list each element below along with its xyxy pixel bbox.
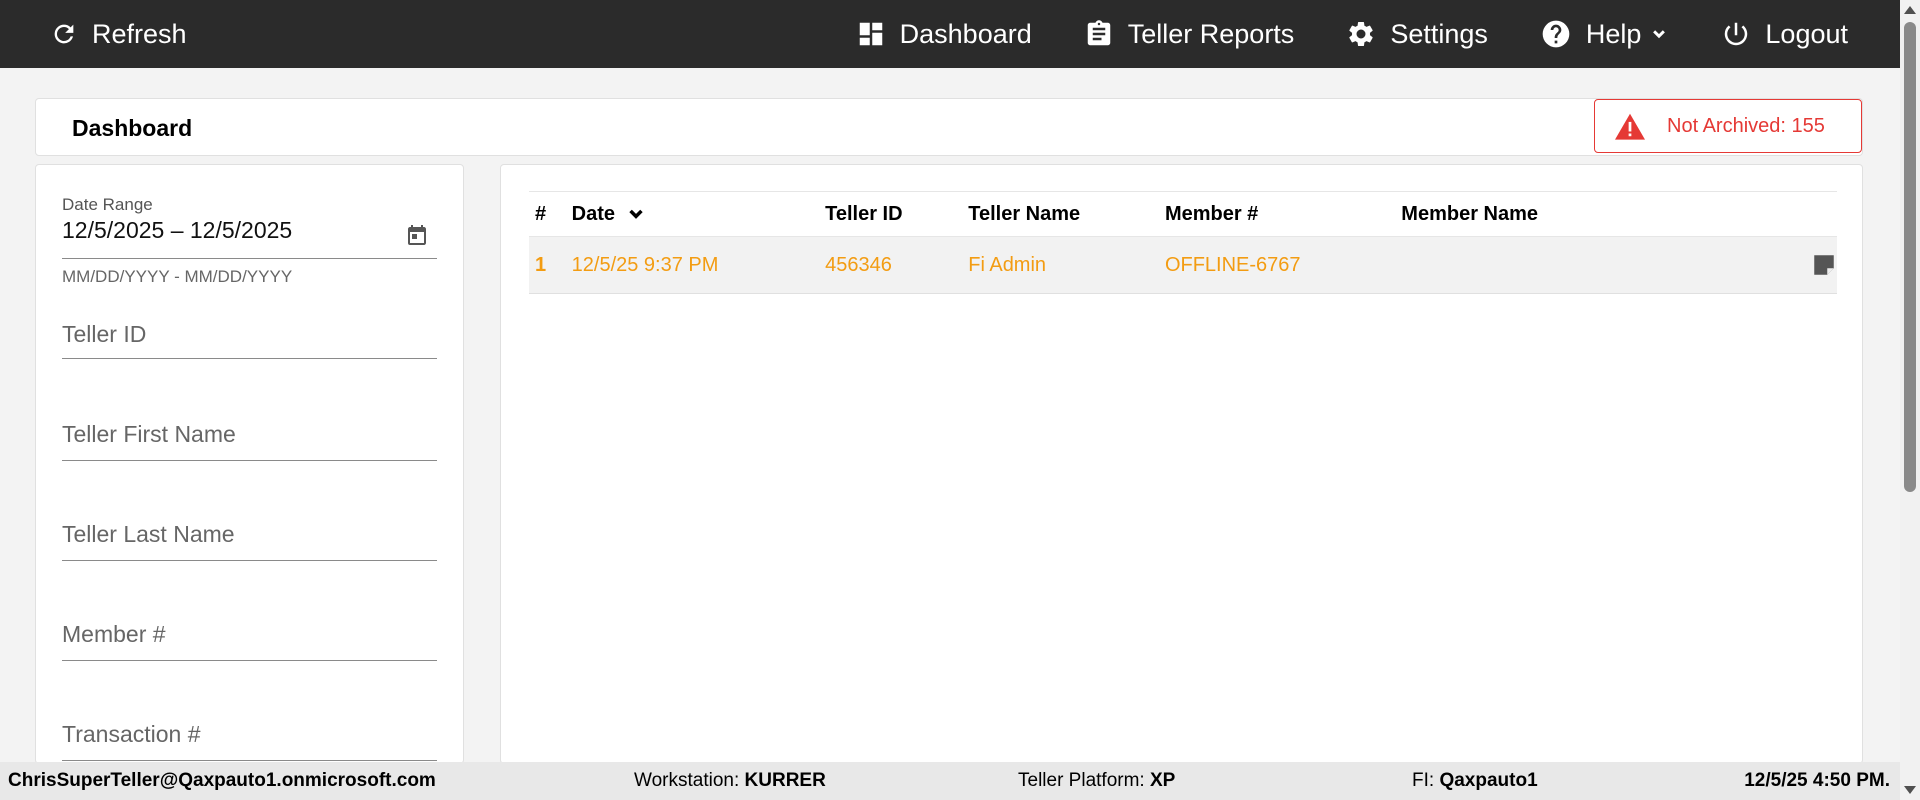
nav-dashboard-label: Dashboard	[899, 18, 1032, 49]
transaction-number-input[interactable]: Transaction #	[62, 721, 437, 761]
nav-logout-label: Logout	[1765, 18, 1848, 49]
column-header-teller-name[interactable]: Teller Name	[962, 191, 1159, 237]
refresh-label: Refresh	[92, 18, 187, 49]
table-header-row: # Date Teller ID Teller Name Member # Me…	[529, 191, 1837, 237]
teller-last-name-input[interactable]: Teller Last Name	[62, 521, 437, 561]
date-range-hint: MM/DD/YYYY - MM/DD/YYYY	[62, 267, 293, 286]
calendar-icon[interactable]	[405, 223, 429, 247]
nav-help[interactable]: Help	[1540, 0, 1670, 68]
nav-settings-label: Settings	[1390, 18, 1488, 49]
row-actions	[1685, 236, 1837, 294]
warning-icon	[1615, 113, 1645, 140]
results-panel: # Date Teller ID Teller Name Member # Me…	[500, 164, 1863, 764]
nav-logout[interactable]: Logout	[1721, 0, 1848, 68]
footer-user: ChrisSuperTeller@Qaxpauto1.onmicrosoft.c…	[8, 770, 436, 791]
footer-fi: FI: Qaxpauto1	[1412, 770, 1538, 791]
not-archived-label: Not Archived: 155	[1667, 114, 1825, 137]
column-header-member-number[interactable]: Member #	[1158, 191, 1396, 237]
results-table: # Date Teller ID Teller Name Member # Me…	[529, 191, 1837, 294]
status-bar: ChrisSuperTeller@Qaxpauto1.onmicrosoft.c…	[0, 762, 1900, 800]
nav-settings[interactable]: Settings	[1346, 0, 1488, 68]
nav-help-label: Help	[1585, 18, 1642, 49]
refresh-button[interactable]: Refresh	[50, 0, 187, 68]
row-teller-id: 456346	[819, 236, 963, 294]
teller-first-name-placeholder: Teller First Name	[62, 421, 236, 447]
scroll-down-arrow[interactable]	[1904, 786, 1916, 794]
nav-dashboard[interactable]: Dashboard	[856, 0, 1032, 68]
teller-first-name-input[interactable]: Teller First Name	[62, 421, 437, 461]
scroll-up-arrow[interactable]	[1904, 6, 1916, 14]
help-icon	[1542, 20, 1570, 48]
column-header-number[interactable]: #	[529, 191, 566, 237]
page-scrollbar[interactable]	[1900, 0, 1920, 800]
page-header: Dashboard Not Archived: 155	[35, 98, 1863, 156]
scroll-thumb[interactable]	[1904, 22, 1916, 492]
date-range-field[interactable]: 12/5/2025 – 12/5/2025	[62, 217, 437, 259]
row-date: 12/5/25 9:37 PM	[565, 236, 820, 294]
top-navbar: Refresh Dashboard Teller Reports Setting…	[0, 0, 1900, 68]
page-title: Dashboard	[72, 115, 193, 141]
gear-icon	[1349, 21, 1373, 46]
refresh-icon	[54, 24, 74, 44]
power-icon	[1725, 22, 1748, 46]
date-range-label: Date Range	[62, 195, 153, 214]
teller-id-input[interactable]: Teller ID	[62, 321, 437, 359]
row-teller-name: Fi Admin	[962, 236, 1159, 294]
nav-menu: Dashboard Teller Reports Settings Help L…	[856, 0, 1848, 68]
footer-datetime: 12/5/25 4:50 PM.	[1744, 770, 1890, 791]
member-number-input[interactable]: Member #	[62, 621, 437, 661]
dashboard-icon	[859, 22, 882, 46]
filter-panel: Date Range 12/5/2025 – 12/5/2025 MM/DD/Y…	[35, 164, 464, 764]
chevron-down-icon	[1653, 30, 1666, 39]
footer-workstation: Workstation: KURRER	[634, 770, 826, 791]
teller-id-placeholder: Teller ID	[62, 321, 147, 347]
row-number: 1	[529, 236, 566, 294]
transaction-number-placeholder: Transaction #	[62, 721, 201, 747]
column-header-teller-id[interactable]: Teller ID	[819, 191, 963, 237]
member-number-placeholder: Member #	[62, 621, 166, 647]
table-row[interactable]: 1 12/5/25 9:37 PM 456346 Fi Admin OFFLIN…	[529, 236, 1837, 294]
sort-descending-icon[interactable]	[625, 203, 647, 225]
clipboard-icon	[1087, 20, 1110, 46]
row-member-number: OFFLINE-6767	[1158, 236, 1396, 294]
date-range-value: 12/5/2025 – 12/5/2025	[62, 217, 293, 243]
not-archived-badge[interactable]: Not Archived: 155	[1594, 99, 1862, 153]
teller-last-name-placeholder: Teller Last Name	[62, 521, 235, 547]
nav-teller-reports-label: Teller Reports	[1127, 18, 1295, 49]
row-member-name	[1395, 236, 1685, 294]
nav-teller-reports[interactable]: Teller Reports	[1084, 0, 1295, 68]
column-header-member-name[interactable]: Member Name	[1395, 191, 1685, 237]
footer-teller-platform: Teller Platform: XP	[1018, 770, 1176, 791]
column-header-actions	[1685, 191, 1837, 237]
note-icon[interactable]	[1811, 252, 1837, 278]
column-header-date[interactable]: Date	[565, 191, 820, 237]
